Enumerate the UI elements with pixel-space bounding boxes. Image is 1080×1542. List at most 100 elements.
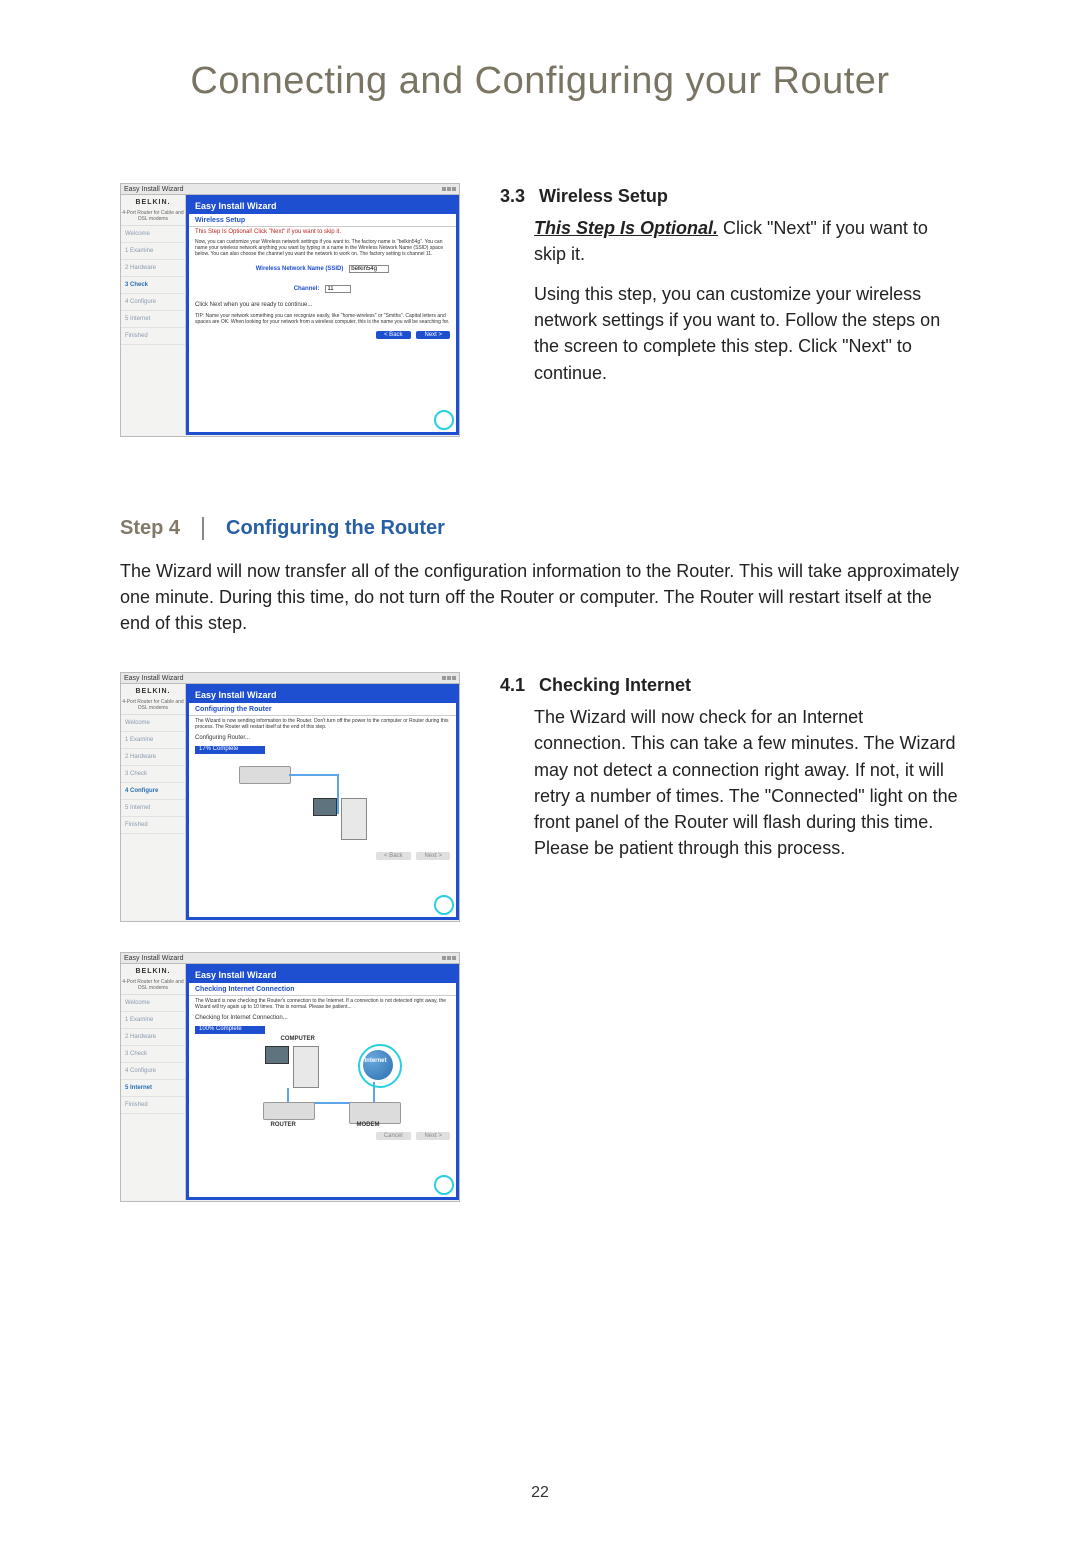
pc-tower-icon — [293, 1046, 319, 1088]
nav-examine: 1 Examine — [121, 243, 185, 260]
step-title: Configuring the Router — [204, 517, 445, 540]
nav-hardware: 2 Hardware — [121, 749, 185, 766]
highlight-circle-icon — [434, 1175, 454, 1195]
highlight-circle-icon — [434, 410, 454, 430]
nav-finished: Finished — [121, 1097, 185, 1114]
router-pc-diagram — [233, 756, 413, 846]
window-controls — [441, 675, 456, 682]
computer-label: COMPUTER — [281, 1036, 315, 1042]
continue-note: Click Next when you are ready to continu… — [189, 299, 456, 311]
wizard-sidebar: BELKIN. 4-Port Router for Cable and DSL … — [121, 964, 186, 1200]
wizard-subtitle: Checking Internet Connection — [189, 983, 456, 996]
ssid-label: Wireless Network Name (SSID) — [256, 266, 344, 272]
window-title: Easy Install Wizard — [124, 186, 184, 193]
network-diagram: COMPUTER Internet ROUTER MODEM — [223, 1036, 423, 1126]
highlight-circle-icon — [434, 895, 454, 915]
internet-label: Internet — [365, 1058, 387, 1064]
status-text: Checking for Internet Connection... — [189, 1012, 456, 1024]
section-number: 4.1 — [500, 672, 534, 698]
wizard-header: Easy Install Wizard — [189, 967, 456, 983]
product-subtitle: 4-Port Router for Cable and DSL modems — [121, 699, 185, 715]
nav-examine: 1 Examine — [121, 1012, 185, 1029]
channel-select[interactable] — [325, 285, 351, 293]
status-text: Configuring Router... — [189, 732, 456, 744]
progress-bar: 100% Complete — [195, 1026, 265, 1034]
nav-check: 3 Check — [121, 766, 185, 783]
monitor-icon — [265, 1046, 289, 1064]
page-title: Connecting and Configuring your Router — [120, 60, 960, 103]
section-number: 3.3 — [500, 183, 534, 209]
nav-examine: 1 Examine — [121, 732, 185, 749]
window-title: Easy Install Wizard — [124, 955, 184, 962]
cancel-button[interactable]: Cancel — [376, 1132, 411, 1140]
router-icon — [239, 766, 291, 784]
nav-internet: 5 Internet — [121, 311, 185, 328]
progress-text: 100% Complete — [199, 1026, 242, 1032]
section-title: Checking Internet — [539, 675, 691, 695]
nav-internet: 5 Internet — [121, 1080, 185, 1097]
modem-icon — [349, 1102, 401, 1124]
wizard-sidebar: BELKIN. 4-Port Router for Cable and DSL … — [121, 684, 186, 920]
nav-hardware: 2 Hardware — [121, 1029, 185, 1046]
belkin-logo: BELKIN. — [121, 964, 185, 979]
section-4-1: Easy Install Wizard BELKIN. 4-Port Route… — [120, 672, 960, 1202]
window-title: Easy Install Wizard — [124, 675, 184, 682]
product-subtitle: 4-Port Router for Cable and DSL modems — [121, 210, 185, 226]
belkin-logo: BELKIN. — [121, 195, 185, 210]
wizard-description: The Wizard is now sending information to… — [189, 716, 456, 732]
internet-globe-icon — [363, 1050, 393, 1080]
wizard-header: Easy Install Wizard — [189, 198, 456, 214]
progress-bar: 17% Complete — [195, 746, 265, 754]
wizard-main: Easy Install Wizard Checking Internet Co… — [186, 964, 459, 1200]
wizard-sidebar: BELKIN. 4-Port Router for Cable and DSL … — [121, 195, 186, 435]
belkin-logo: BELKIN. — [121, 684, 185, 699]
nav-finished: Finished — [121, 328, 185, 345]
next-button[interactable]: Next > — [416, 331, 450, 339]
nav-hardware: 2 Hardware — [121, 260, 185, 277]
wizard-subtitle: Configuring the Router — [189, 703, 456, 716]
window-controls — [441, 955, 456, 962]
nav-welcome: Welcome — [121, 995, 185, 1012]
step-label: Step 4 — [120, 517, 204, 540]
back-button[interactable]: < Back — [376, 331, 411, 339]
monitor-icon — [313, 798, 337, 816]
screenshot-wireless-setup: Easy Install Wizard BELKIN. 4-Port Route… — [120, 183, 460, 437]
wizard-main: Easy Install Wizard Wireless Setup This … — [186, 195, 459, 435]
next-button[interactable]: Next > — [416, 852, 450, 860]
tip-text: TIP: Name your network something you can… — [189, 311, 456, 327]
page-number: 22 — [0, 1484, 1080, 1502]
window-controls — [441, 186, 456, 193]
next-button[interactable]: Next > — [416, 1132, 450, 1140]
nav-configure: 4 Configure — [121, 1063, 185, 1080]
router-label: ROUTER — [271, 1122, 296, 1128]
modem-label: MODEM — [357, 1122, 380, 1128]
nav-internet: 5 Internet — [121, 800, 185, 817]
nav-welcome: Welcome — [121, 226, 185, 243]
step4-body: The Wizard will now transfer all of the … — [120, 558, 960, 636]
optional-emphasis: This Step Is Optional. — [534, 218, 718, 238]
pc-tower-icon — [341, 798, 367, 840]
section-title: Wireless Setup — [539, 186, 668, 206]
nav-configure: 4 Configure — [121, 294, 185, 311]
optional-warning: This Step Is Optional! Click "Next" if y… — [189, 227, 456, 237]
channel-label: Channel: — [294, 286, 320, 292]
nav-check: 3 Check — [121, 277, 185, 294]
product-subtitle: 4-Port Router for Cable and DSL modems — [121, 979, 185, 995]
section-3-3: Easy Install Wizard BELKIN. 4-Port Route… — [120, 183, 960, 437]
ssid-input[interactable] — [349, 265, 389, 273]
wizard-description: Now, you can customize your Wireless net… — [189, 237, 456, 259]
section-body: Using this step, you can customize your … — [534, 281, 960, 385]
wizard-description: The Wizard is now checking the Router's … — [189, 996, 456, 1012]
nav-check: 3 Check — [121, 1046, 185, 1063]
back-button[interactable]: < Back — [376, 852, 411, 860]
progress-text: 17% Complete — [199, 746, 238, 752]
step4-header: Step 4 Configuring the Router — [120, 517, 960, 540]
nav-configure: 4 Configure — [121, 783, 185, 800]
nav-welcome: Welcome — [121, 715, 185, 732]
screenshot-checking-internet: Easy Install Wizard BELKIN. 4-Port Route… — [120, 952, 460, 1202]
screenshot-configuring-router: Easy Install Wizard BELKIN. 4-Port Route… — [120, 672, 460, 922]
wizard-header: Easy Install Wizard — [189, 687, 456, 703]
router-icon — [263, 1102, 315, 1120]
wizard-main: Easy Install Wizard Configuring the Rout… — [186, 684, 459, 920]
section-body: The Wizard will now check for an Interne… — [534, 704, 960, 861]
